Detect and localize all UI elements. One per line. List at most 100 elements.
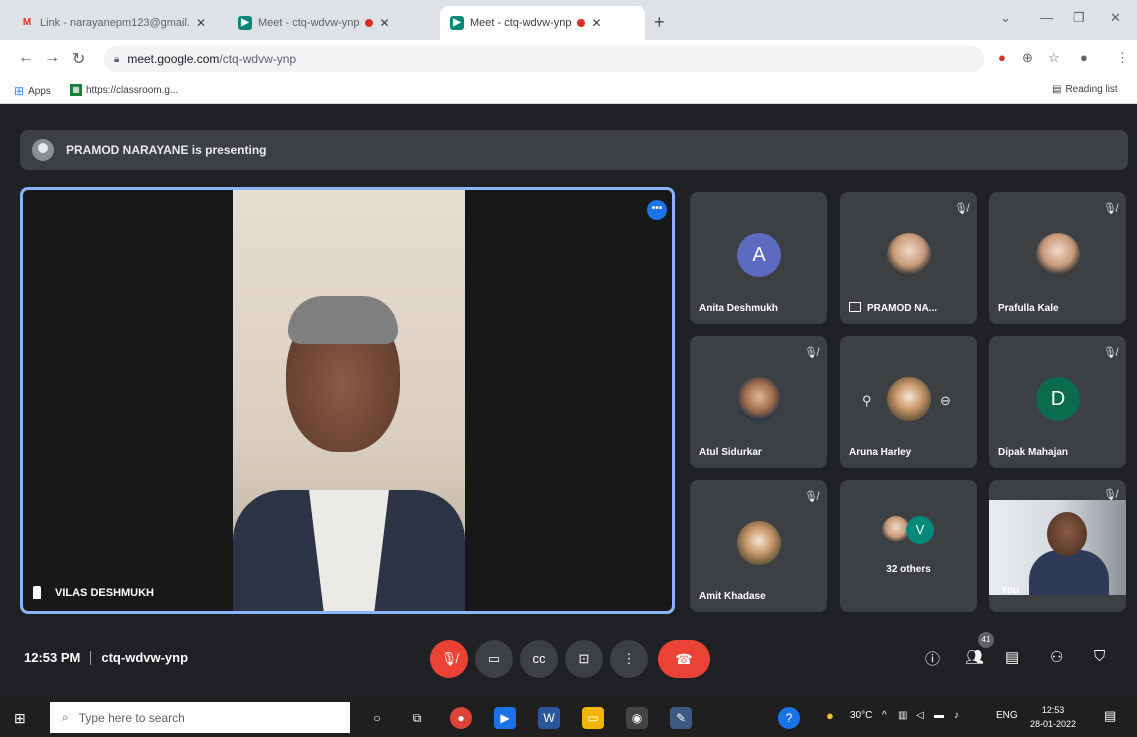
help-icon[interactable]: ? [778,707,800,729]
activities-button[interactable]: ⚇ [1050,648,1063,666]
close-icon[interactable]: ✕ [379,16,389,30]
tab-search-icon[interactable]: ⌄ [1000,10,1011,26]
avatar [887,233,931,277]
restore-icon[interactable]: ❐ [1073,10,1085,26]
camera-app-icon[interactable]: ◉ [626,707,648,729]
people-button[interactable]: 👥︎ [965,648,984,666]
bookmark-classroom[interactable]: ▦ https://classroom.g... [70,84,178,96]
reading-list-icon: ▤ [1052,84,1062,95]
presenter-avatar [32,139,54,161]
network-icon[interactable]: ▥ [898,710,907,721]
meet-icon: ▶ [238,16,252,30]
browser-tab-bar: M Link - narayanepm123@gmail.c ✕ ▶ Meet … [0,0,1137,40]
meeting-code: ctq-wdvw-ynp [101,650,189,665]
presenting-text: PRAMOD NARAYANE is presenting [66,143,267,157]
url-input[interactable]: 🔒︎ meet.google.com/ctq-wdvw-ynp [104,46,984,72]
tab-meet-2[interactable]: ▶ Meet - ctq-wdvw-ynp ✕ [440,6,645,40]
participant-tile[interactable]: 🎙︎̸ Atul Sidurkar [690,336,827,468]
others-tile[interactable]: V 32 others [840,480,977,612]
windows-start-icon[interactable]: ⊞ [14,710,26,727]
participant-name: Aruna Harley [849,447,912,458]
tile-more-options-button[interactable]: ••• [647,200,667,220]
zoom-icon[interactable]: ▶ [494,707,516,729]
bookmark-label: https://classroom.g... [86,84,179,96]
reading-list-button[interactable]: ▤ Reading list [1052,84,1118,95]
participant-name-row: PRAMOD NA... [849,302,937,314]
leave-call-button[interactable]: ☎︎ [658,640,710,678]
notifications-icon[interactable]: ▤ [1104,708,1116,724]
participant-tile[interactable]: 🎙︎̸ PRAMOD NA... [840,192,977,324]
profile-avatar-icon[interactable]: ● [1080,50,1088,65]
apps-grid-icon: ⊞ [14,84,25,98]
participant-tile[interactable]: 🎙︎̸ D Dipak Mahajan [989,336,1126,468]
captions-icon: cc [532,651,546,666]
participant-tile[interactable]: 🎙︎̸ Amit Khadase [690,480,827,612]
pin-icon[interactable]: ⚲ [862,393,872,409]
classroom-icon: ▦ [70,84,82,96]
word-icon[interactable]: W [538,707,560,729]
pin-icon [33,586,41,599]
extension-icon[interactable]: ⊕ [1022,50,1033,66]
bookmark-label: Apps [28,85,51,97]
mic-off-icon: 🎙︎̸ [1103,347,1117,359]
file-explorer-icon[interactable]: ▭ [582,707,604,729]
avatar [887,377,931,421]
taskbar-clock[interactable]: 12:53 28-01-2022 [1030,703,1076,731]
bookmark-apps[interactable]: ⊞ Apps [14,84,51,98]
participant-name: PRAMOD NA... [867,303,937,314]
tab-gmail[interactable]: M Link - narayanepm123@gmail.c ✕ [10,6,225,40]
url-path: /ctq-wdvw-ynp [219,52,297,66]
remove-icon[interactable]: ⊖ [940,393,951,409]
reload-icon[interactable]: ↻ [72,49,85,69]
back-icon[interactable]: ← [18,49,34,67]
camera-icon: ▭ [487,651,501,666]
star-icon[interactable]: ☆ [1048,50,1060,66]
speaker-icon[interactable]: ♪ [954,710,959,721]
self-video [989,500,1126,595]
battery-icon[interactable]: ▬ [934,710,944,721]
window-close-icon[interactable]: ✕ [1110,10,1121,26]
clock-date: 28-01-2022 [1030,719,1077,729]
paint-icon[interactable]: ✎ [670,707,692,729]
shield-icon: ⛉ [1094,648,1106,665]
chat-icon: ▤ [1005,649,1020,666]
record-extension-icon[interactable]: ● [998,50,1006,65]
language-indicator[interactable]: ENG [996,710,1018,721]
self-tile[interactable]: 🎙︎̸ You [989,480,1126,612]
minimize-icon[interactable]: — [1040,10,1053,25]
taskbar-search-input[interactable]: ⌕ Type here to search [50,702,350,733]
gmail-icon: M [22,17,32,28]
close-icon[interactable]: ✕ [591,16,601,30]
menu-kebab-icon[interactable]: ⋮ [1116,50,1129,66]
tray-chevron-icon[interactable]: ^ [882,710,887,721]
more-options-button[interactable]: ⋮ [610,640,648,678]
participant-name: You [1001,585,1020,596]
participant-name: Dipak Mahajan [998,447,1069,458]
close-icon[interactable]: ✕ [196,16,206,30]
tab-meet-1[interactable]: ▶ Meet - ctq-wdvw-ynp ✕ [228,6,438,40]
new-tab-button[interactable]: + [654,12,665,33]
chat-button[interactable]: ▤ [1005,648,1019,666]
participant-tile[interactable]: 🎙︎̸ Prafulla Kale [989,192,1126,324]
mic-off-icon: 🎙︎̸ [440,651,458,666]
participant-tile[interactable]: ⚲ ⊖ Aruna Harley [840,336,977,468]
avatar [737,521,781,565]
participant-tile[interactable]: A Anita Deshmukh [690,192,827,324]
main-speaker-tile[interactable]: ••• VILAS DESHMUKH [20,187,675,614]
avatar: V [906,516,934,544]
mic-toggle-button[interactable]: 🎙︎̸ [430,640,468,678]
info-icon: ⓘ [925,651,941,668]
host-controls-button[interactable]: ⛉ [1094,648,1105,665]
task-view-icon[interactable]: ⧉ [406,707,428,729]
meeting-details-button[interactable]: ⓘ [925,648,940,669]
forward-icon[interactable]: → [44,49,60,67]
camera-toggle-button[interactable]: ▭ [475,640,513,678]
weather-temp: 30°C [850,710,873,721]
chrome-icon[interactable]: ● [450,707,472,729]
mic-off-icon: 🎙︎̸ [954,203,968,215]
volume-icon[interactable]: ◁ [916,710,924,721]
present-button[interactable]: ⊡ [565,640,603,678]
captions-button[interactable]: cc [520,640,558,678]
mic-off-icon: 🎙︎̸ [804,347,818,359]
cortana-icon[interactable]: ○ [366,707,388,729]
